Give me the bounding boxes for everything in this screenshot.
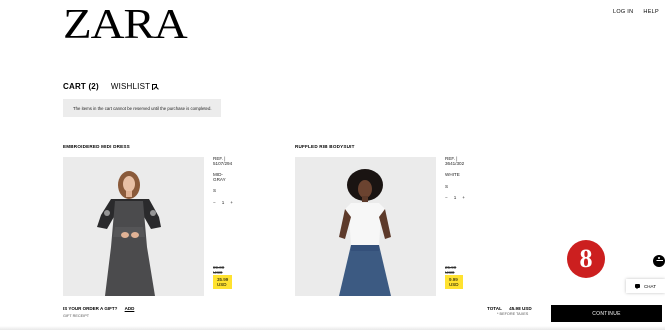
product-color: WHITE (445, 172, 460, 178)
chat-label: CHAT (644, 283, 656, 289)
cart-count-badge: 8 (567, 240, 605, 278)
product-image[interactable] (63, 157, 204, 296)
total: TOTAL 45.98 USD (487, 306, 538, 311)
bookmark-icon (152, 83, 158, 90)
logo-text: ZARA (63, 2, 188, 48)
qty-value: 1 (221, 199, 225, 205)
cart-notice: The items in the cart cannot be reserved… (63, 99, 221, 117)
gift-question: IS YOUR ORDER A GIFT? (63, 306, 118, 311)
cart-item: EMBROIDERED MIDI DRESS REF. | 5107/294 M (63, 144, 233, 296)
total-value: 45.98 USD (509, 306, 532, 311)
chat-icon (635, 284, 641, 290)
cart-notice-text: The items in the cart cannot be reserved… (73, 105, 212, 111)
sale-price: 35.99 USD (213, 275, 233, 289)
tab-wishlist[interactable]: WISHLIST (110, 82, 158, 91)
product-size: S (213, 188, 217, 194)
help-link[interactable]: HELP (643, 9, 659, 15)
decrease-qty-button[interactable]: − (445, 196, 448, 201)
gift-receipt: GIFT RECEIPT (63, 314, 90, 318)
product-photo (295, 157, 436, 296)
increase-qty-button[interactable]: + (462, 196, 465, 201)
product-details: REF. | 3641/302 WHITE S − 1 + (445, 156, 465, 208)
chat-button[interactable]: CHAT (626, 279, 665, 293)
total-note: * BEFORE TAXES (497, 312, 529, 316)
product-image[interactable] (295, 157, 436, 296)
cart-tabs: CART (2) WISHLIST (63, 82, 158, 91)
product-ref: REF. | 3641/302 (445, 156, 465, 166)
decrease-qty-button[interactable]: − (213, 200, 216, 206)
gift-section: IS YOUR ORDER A GIFT? ADD GIFT RECEIPT (63, 306, 134, 318)
old-price: 89.00 USD (213, 265, 225, 275)
product-color: MID-GRAY (213, 172, 226, 182)
continue-button[interactable]: CONTINUE (551, 305, 662, 322)
product-size: S (445, 183, 449, 189)
accessibility-icon[interactable] (653, 255, 665, 267)
product-photo (63, 157, 204, 296)
page-bottom-edge (0, 326, 665, 330)
quantity-stepper: − 1 + (445, 196, 465, 201)
total-label: TOTAL (487, 306, 502, 311)
tab-cart[interactable]: CART (2) (63, 82, 99, 91)
top-links: LOG IN HELP (613, 9, 659, 15)
cart-item: RUFFLED RIB BODYSUIT REF. | 3641/302 WHI… (295, 144, 465, 296)
tab-wishlist-label: WISHLIST (110, 82, 151, 91)
sale-price: 9.99 USD (445, 275, 463, 289)
quantity-stepper: − 1 + (213, 199, 233, 206)
qty-value: 1 (453, 195, 457, 201)
add-gift-link[interactable]: ADD (125, 306, 135, 311)
increase-qty-button[interactable]: + (230, 200, 233, 206)
zara-logo[interactable]: ZARA (63, 4, 188, 46)
product-ref: REF. | 5107/294 (213, 156, 233, 166)
product-title[interactable]: RUFFLED RIB BODYSUIT (295, 144, 355, 149)
product-title[interactable]: EMBROIDERED MIDI DRESS (63, 144, 130, 149)
login-link[interactable]: LOG IN (613, 9, 633, 15)
old-price: 25.90 USD (445, 265, 457, 275)
product-details: REF. | 5107/294 MID-GRAY S − 1 + (213, 156, 233, 213)
